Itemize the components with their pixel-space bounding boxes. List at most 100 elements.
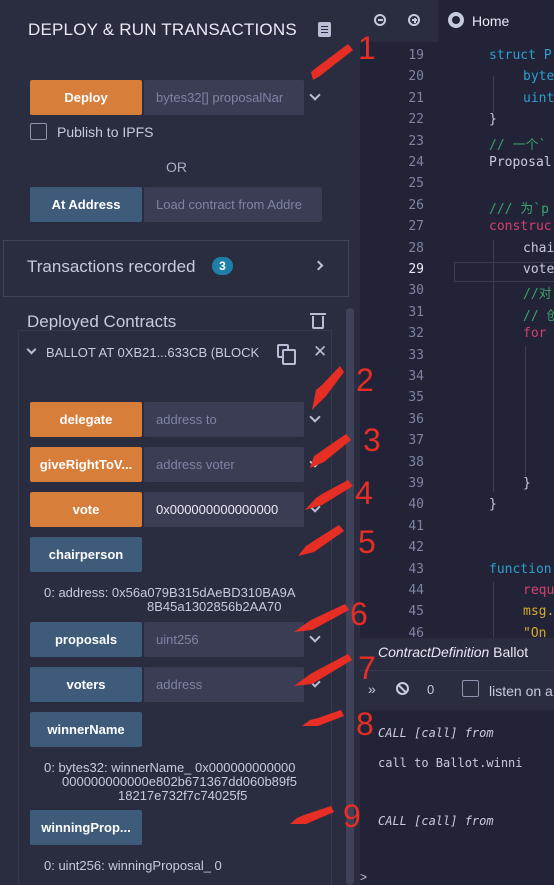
line-number: 41 — [408, 518, 424, 534]
contract-definition-kind: ContractDefinition — [378, 644, 490, 660]
line-number: 33 — [408, 347, 424, 363]
listen-on-network-checkbox[interactable] — [462, 680, 479, 697]
code-line[interactable]: // 一个` — [489, 134, 546, 153]
line-number: 22 — [408, 112, 424, 128]
panel-title: DEPLOY & RUN TRANSACTIONS — [28, 20, 297, 39]
voters-button[interactable]: voters — [30, 667, 142, 702]
terminal-log-detail: call to Ballot.winni — [378, 756, 523, 770]
contract-instance-title[interactable]: BALLOT AT 0XB21...633CB (BLOCK — [46, 345, 260, 360]
code-line[interactable]: /// 为`p — [489, 198, 549, 217]
marker-1: 1 — [358, 30, 376, 66]
chairperson-result-line1: 0: address: 0x56a079B315dAeBD310BA9A — [44, 585, 296, 600]
marker-9: 9 — [343, 798, 361, 834]
indent-guide — [493, 582, 494, 638]
delegate-button[interactable]: delegate — [30, 402, 142, 437]
deploy-args-input[interactable]: bytes32[] proposalNar — [144, 80, 304, 115]
marker-7: 7 — [358, 650, 376, 686]
voters-input[interactable]: address — [144, 667, 304, 702]
winner-name-result-line1: 0: bytes32: winnerName_ 0x000000000000 — [44, 760, 296, 775]
delegate-input[interactable]: address to — [144, 402, 304, 437]
line-number: 40 — [408, 497, 424, 513]
code-line[interactable]: } — [523, 476, 531, 491]
proposals-button[interactable]: proposals — [30, 622, 142, 657]
documentation-icon[interactable] — [318, 22, 331, 37]
code-line[interactable]: } — [489, 112, 497, 127]
at-address-input[interactable]: Load contract from Addre — [144, 187, 322, 222]
marker-2: 2 — [356, 362, 374, 398]
code-line[interactable]: byte — [523, 69, 554, 84]
line-number: 26 — [408, 197, 424, 213]
contract-definition-name: Ballot — [493, 644, 529, 660]
publish-ipfs-checkbox[interactable] — [30, 123, 47, 140]
line-number: 42 — [408, 540, 424, 556]
line-number: 21 — [408, 90, 424, 106]
winner-name-result-line3: 18217e732f7c74025f5 — [118, 788, 248, 803]
trash-icon[interactable] — [310, 313, 326, 329]
marker-4: 4 — [355, 475, 373, 511]
code-line[interactable]: for — [523, 326, 546, 341]
tab-home-label: Home — [472, 13, 510, 29]
line-number: 34 — [408, 369, 424, 384]
line-number: 43 — [408, 561, 424, 577]
code-line[interactable]: chai — [523, 241, 554, 256]
terminal-log-call[interactable]: CALL [call] from — [378, 726, 494, 740]
line-number: 39 — [408, 476, 424, 491]
copy-icon[interactable] — [277, 344, 296, 365]
line-number: 19 — [408, 48, 424, 63]
deploy-button[interactable]: Deploy — [30, 80, 142, 115]
code-line[interactable]: Proposal — [489, 155, 552, 170]
code-line[interactable]: // 创 — [523, 305, 554, 324]
transactions-recorded-label: Transactions recorded — [27, 257, 196, 276]
code-line[interactable]: struct P — [489, 48, 552, 63]
marker-8: 8 — [356, 706, 374, 742]
at-address-button[interactable]: At Address — [30, 187, 142, 222]
terminal-log-call[interactable]: CALL [call] from — [378, 814, 494, 828]
clear-terminal-icon[interactable] — [396, 682, 409, 695]
line-number: 31 — [408, 304, 424, 320]
code-line[interactable]: vote — [523, 262, 554, 277]
line-number: 20 — [408, 69, 424, 85]
deployed-contracts-label: Deployed Contracts — [27, 312, 177, 331]
winner-name-button[interactable]: winnerName — [30, 712, 142, 747]
indent-guide — [493, 76, 494, 112]
line-number: 37 — [408, 433, 424, 449]
line-number: 35 — [408, 390, 424, 406]
indent-guide — [493, 240, 494, 492]
terminal-contract-definition: ContractDefinition Ballot — [378, 644, 528, 660]
chairperson-button[interactable]: chairperson — [30, 537, 142, 572]
terminal-prompt: > — [360, 870, 368, 884]
winner-name-result-line2: 000000000000e802b671367dd060b89f5 — [62, 774, 297, 789]
winning-proposal-result: 0: uint256: winningProposal_ 0 — [44, 858, 222, 873]
proposals-input[interactable]: uint256 — [144, 622, 304, 657]
zoom-in-icon[interactable] — [408, 14, 420, 26]
close-icon[interactable]: ✕ — [313, 343, 327, 360]
line-number: 36 — [408, 411, 424, 427]
pending-tx-count: 0 — [427, 682, 435, 697]
vote-input[interactable]: 0x000000000000000 — [144, 492, 304, 527]
line-number: 27 — [408, 219, 424, 235]
winning-proposal-button[interactable]: winningProp... — [30, 810, 142, 845]
chairperson-result-line2: 8B45a1302856b2AA70 — [147, 599, 282, 614]
code-line[interactable]: uint — [523, 91, 554, 106]
line-number: 25 — [408, 176, 424, 192]
line-number: 44 — [408, 583, 424, 598]
vote-button[interactable]: vote — [30, 492, 142, 527]
code-line[interactable]: function — [489, 562, 552, 577]
line-number: 32 — [408, 326, 424, 342]
transactions-count-badge: 3 — [212, 257, 233, 275]
indent-guide — [525, 346, 526, 476]
marker-3: 3 — [363, 422, 381, 458]
code-line[interactable]: construc — [489, 219, 552, 234]
line-number: 24 — [408, 155, 424, 170]
give-right-input[interactable]: address voter — [144, 447, 304, 482]
code-line[interactable]: } — [489, 497, 497, 512]
give-right-to-vote-button[interactable]: giveRightToV... — [30, 447, 142, 482]
marker-6: 6 — [350, 596, 368, 632]
listen-on-network-label: listen on a — [489, 683, 553, 699]
line-number: 38 — [408, 454, 424, 470]
code-line[interactable]: requ — [523, 583, 554, 598]
code-line[interactable]: //对 — [523, 283, 552, 302]
line-number: 28 — [408, 240, 424, 256]
code-line[interactable]: msg. — [523, 604, 554, 619]
zoom-out-icon[interactable] — [374, 14, 386, 26]
